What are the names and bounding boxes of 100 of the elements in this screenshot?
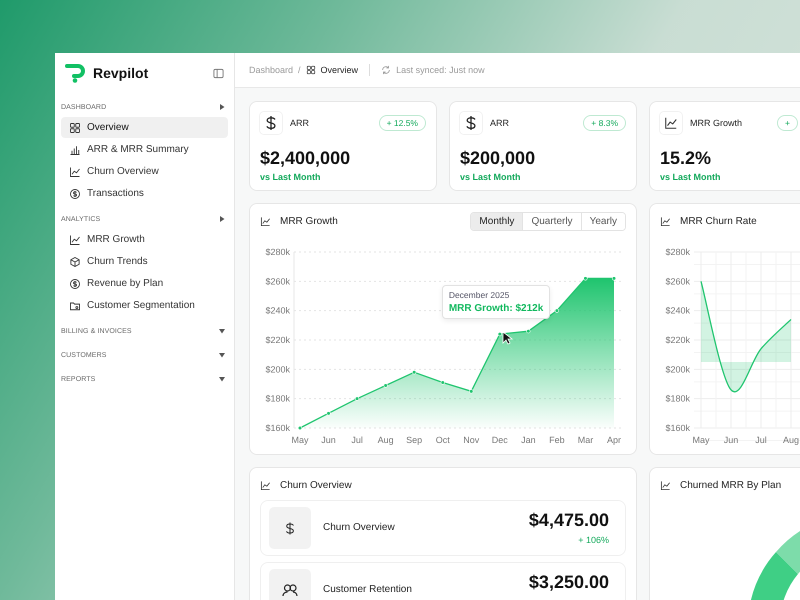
y-axis-label: $260k xyxy=(665,276,690,286)
line-chart-icon xyxy=(260,480,271,490)
breadcrumb-separator: / xyxy=(298,65,301,75)
data-point xyxy=(469,389,474,394)
nav-item[interactable]: ARR & MRR Summary xyxy=(61,139,228,160)
period-tab[interactable]: Yearly xyxy=(580,212,625,230)
line-chart-icon xyxy=(660,216,671,226)
caret-icon[interactable] xyxy=(218,103,226,111)
y-axis-label: $260k xyxy=(265,276,290,286)
dollar-circle-icon xyxy=(69,278,81,290)
grid-icon xyxy=(306,65,316,75)
sync-status: Last synced: Just now xyxy=(396,65,485,75)
metric-value: $4,475.00 xyxy=(528,511,609,531)
x-axis-label: Aug xyxy=(783,435,799,445)
kpi-value: 15.2% xyxy=(660,148,712,169)
folder-icon xyxy=(69,300,81,312)
x-axis-label: Aug xyxy=(378,435,394,445)
nav-item[interactable]: Customer Segmentation xyxy=(61,295,228,316)
y-axis-label: $220k xyxy=(265,335,290,345)
nav-item[interactable]: Churn Trends xyxy=(61,251,228,272)
y-axis-label: $220k xyxy=(665,335,690,345)
app-name: Revpilot xyxy=(93,65,148,81)
x-axis-label: Sep xyxy=(406,435,422,445)
kpi-label: ARR xyxy=(490,118,510,128)
users-icon xyxy=(282,583,298,597)
breadcrumb-link[interactable]: Overview xyxy=(320,65,358,75)
change-badge: + xyxy=(777,115,798,131)
data-point xyxy=(298,426,302,430)
y-axis-label: $160k xyxy=(265,423,290,433)
x-axis-label: Nov xyxy=(463,435,480,445)
data-point xyxy=(554,308,559,313)
x-axis-label: Apr xyxy=(607,435,621,445)
change-badge: + 12.5% xyxy=(378,115,426,131)
line-chart-icon xyxy=(664,116,678,130)
nav-item[interactable]: Revenue by Plan xyxy=(61,273,228,294)
y-axis-label: $200k xyxy=(265,364,290,374)
tooltip-value: MRR Growth: $212k xyxy=(448,303,544,314)
line-chart-icon xyxy=(69,166,81,178)
x-axis-label: Oct xyxy=(436,435,450,445)
data-point xyxy=(326,411,331,416)
data-point xyxy=(526,329,530,334)
y-axis-label: $280k xyxy=(665,247,690,257)
grid-icon xyxy=(69,122,81,134)
sync-icon xyxy=(381,65,392,75)
kpi-value: $2,400,000 xyxy=(260,148,352,169)
kpi-label: MRR Growth xyxy=(690,118,742,128)
y-axis-label: $180k xyxy=(265,394,290,404)
dollar-icon xyxy=(264,115,278,131)
x-axis-label: Feb xyxy=(549,435,565,445)
chart-title: MRR Churn Rate xyxy=(680,216,757,226)
data-point xyxy=(384,383,388,388)
line-chart-icon xyxy=(260,216,271,226)
logo-icon xyxy=(65,63,87,83)
metric-label: Customer Retention xyxy=(323,585,412,595)
caret-icon[interactable] xyxy=(218,351,226,359)
kpi-value: $200,000 xyxy=(460,148,536,169)
period-tab[interactable]: Monthly xyxy=(471,212,522,230)
x-axis-label: Jun xyxy=(321,435,336,445)
metric-value: $3,250.00 xyxy=(528,573,609,593)
data-point xyxy=(498,332,502,336)
x-axis-label: Mar xyxy=(578,435,594,445)
y-axis-label: $160k xyxy=(665,423,690,433)
x-axis-label: Dec xyxy=(492,435,508,445)
cube-icon xyxy=(69,256,81,268)
nav-item[interactable]: Overview xyxy=(61,117,228,138)
caret-icon[interactable] xyxy=(218,327,226,335)
data-point xyxy=(440,380,445,385)
nav-item[interactable]: Transactions xyxy=(61,183,228,204)
chart-title: MRR Growth xyxy=(280,216,338,226)
dollar-circle-icon xyxy=(69,188,81,200)
data-point xyxy=(583,276,588,280)
comparison-note: vs Last Month xyxy=(460,172,522,182)
x-axis-label: Jan xyxy=(521,435,536,445)
y-axis-label: $280k xyxy=(265,247,290,257)
comparison-note: vs Last Month xyxy=(660,172,722,182)
metric-change: + 106% xyxy=(578,534,609,545)
kpi-label: ARR xyxy=(290,118,310,128)
x-axis-label: Jun xyxy=(724,435,738,445)
nav-item[interactable]: MRR Growth xyxy=(61,229,228,250)
x-axis-label: May xyxy=(292,435,308,445)
x-axis-label: Jul xyxy=(351,435,363,445)
change-badge: + 8.3% xyxy=(583,115,626,131)
y-axis-label: $180k xyxy=(665,394,690,404)
y-axis-label: $240k xyxy=(265,306,290,316)
y-axis-label: $240k xyxy=(665,306,690,316)
sidebar-toggle-icon[interactable] xyxy=(213,68,224,78)
data-point xyxy=(355,396,360,401)
caret-icon[interactable] xyxy=(218,375,226,383)
bar-chart-icon xyxy=(69,144,81,156)
caret-icon[interactable] xyxy=(218,215,226,223)
y-axis-label: $200k xyxy=(665,364,690,374)
metric-label: Churn Overview xyxy=(323,523,395,533)
line-chart-icon xyxy=(660,480,671,490)
x-axis-label: May xyxy=(692,435,710,445)
cursor-icon xyxy=(502,331,513,346)
line-chart-icon xyxy=(69,234,81,246)
dollar-icon xyxy=(284,520,296,536)
card-title: Churned MRR By Plan xyxy=(680,480,782,490)
comparison-note: vs Last Month xyxy=(260,172,322,182)
nav-item[interactable]: Churn Overview xyxy=(61,161,228,182)
